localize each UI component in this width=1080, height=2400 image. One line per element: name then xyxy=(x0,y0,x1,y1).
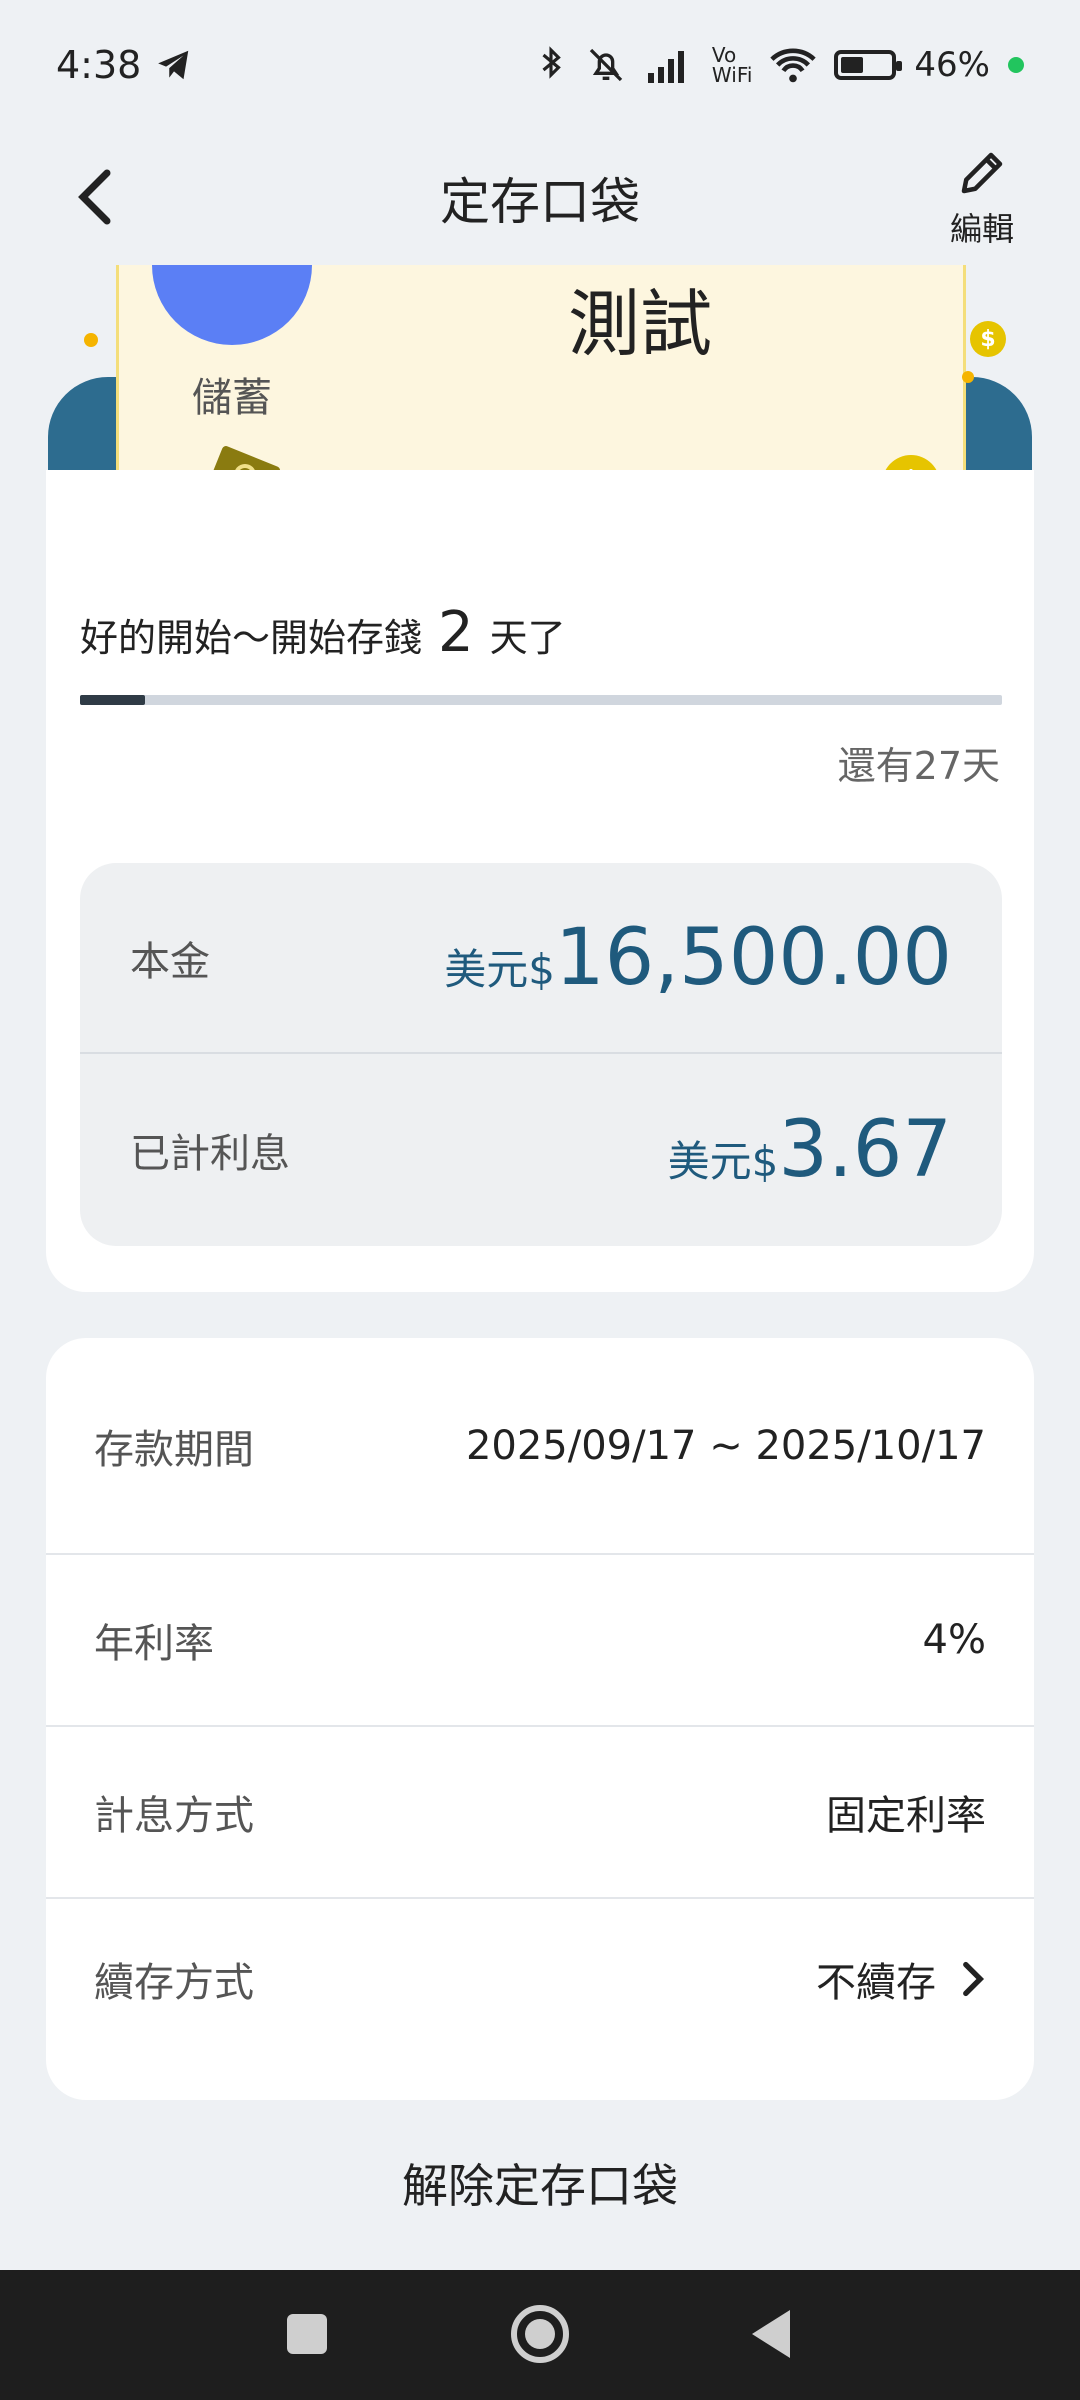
confetti-dot xyxy=(962,371,974,383)
chevron-left-icon xyxy=(78,169,111,225)
renewal-label: 續存方式 xyxy=(94,1960,254,2006)
streak-prefix: 好的開始～開始存錢 xyxy=(80,616,423,660)
savings-streak: 好的開始～開始存錢 2 天了 xyxy=(80,600,566,665)
principal-amount: 美元$ 16,500.00 xyxy=(444,913,952,1003)
app-header: 定存口袋 編輯 xyxy=(0,130,1080,265)
signal-icon xyxy=(647,51,684,83)
pencil-icon xyxy=(961,152,1003,193)
rate-row: 年利率 4% xyxy=(46,1555,1034,1725)
renewal-value-group: 不續存 xyxy=(816,1950,986,2008)
interest-method-label: 計息方式 xyxy=(94,1793,254,1839)
period-label: 存款期間 xyxy=(94,1426,254,1473)
privacy-indicator-dot xyxy=(1008,57,1024,73)
progress-bar-fill xyxy=(80,695,145,705)
principal-row: 本金 美元$ 16,500.00 xyxy=(80,863,1002,1054)
pocket-summary-card: 好的開始～開始存錢 2 天了 還有27天 本金 美元$ 16,500.00 已計… xyxy=(46,470,1034,1292)
interest-value: 3.67 xyxy=(778,1104,952,1195)
progress-bar xyxy=(80,695,1002,705)
period-value: 2025/09/17 ~ 2025/10/17 xyxy=(465,1422,986,1469)
rate-label: 年利率 xyxy=(94,1621,214,1667)
rate-value: 4% xyxy=(922,1617,986,1663)
confetti-dot xyxy=(84,333,98,347)
edit-button[interactable]: 編輯 xyxy=(932,130,1032,265)
page-title: 定存口袋 xyxy=(440,172,640,231)
deposit-details-card: 存款期間 2025/09/17 ~ 2025/10/17 年利率 4% 計息方式… xyxy=(46,1338,1034,2100)
bluetooth-icon xyxy=(542,46,561,79)
unlock-pocket-button[interactable]: 解除定存口袋 xyxy=(0,2150,1080,2216)
pocket-banner: 儲蓄 測試 $ $ xyxy=(0,265,1080,505)
streak-suffix: 天了 xyxy=(489,616,566,660)
renewal-value: 不續存 xyxy=(816,1960,936,2006)
streak-days: 2 xyxy=(438,600,474,665)
vowifi-label: Vo WiFi xyxy=(711,43,753,87)
battery-icon xyxy=(834,50,903,80)
coin-decoration-icon: $ xyxy=(970,321,1006,357)
wifi-icon xyxy=(770,48,817,83)
period-row: 存款期間 2025/09/17 ~ 2025/10/17 xyxy=(46,1338,1034,1553)
interest-method-value: 固定利率 xyxy=(826,1793,986,1839)
telegram-icon xyxy=(158,50,189,80)
renewal-row[interactable]: 續存方式 不續存 xyxy=(46,1899,1034,2059)
chevron-right-icon xyxy=(963,1961,985,1997)
mute-bell-icon xyxy=(589,48,623,82)
interest-label: 已計利息 xyxy=(130,1130,290,1177)
interest-method-row: 計息方式 固定利率 xyxy=(46,1727,1034,1897)
edit-label: 編輯 xyxy=(949,209,1014,248)
battery-percent: 46% xyxy=(914,45,990,85)
principal-label: 本金 xyxy=(130,938,210,985)
principal-value: 16,500.00 xyxy=(555,912,952,1003)
principal-currency: 美元$ xyxy=(444,944,556,994)
pocket-name: 測試 xyxy=(567,282,712,366)
status-bar: 4:38 Vo WiFi 46% xyxy=(0,0,1080,130)
interest-amount: 美元$ 3.67 xyxy=(668,1105,952,1195)
category-label: 儲蓄 xyxy=(192,375,272,421)
back-button[interactable] xyxy=(60,152,130,242)
status-time: 4:38 xyxy=(56,43,142,87)
interest-currency: 美元$ xyxy=(667,1136,779,1186)
amount-panel: 本金 美元$ 16,500.00 已計利息 美元$ 3.67 xyxy=(80,863,1002,1246)
recents-button[interactable] xyxy=(287,2314,327,2354)
days-remaining: 還有27天 xyxy=(837,744,1000,788)
interest-row: 已計利息 美元$ 3.67 xyxy=(80,1054,1002,1245)
system-back-button[interactable] xyxy=(752,2310,790,2358)
system-nav-bar xyxy=(0,2270,1080,2400)
home-button[interactable] xyxy=(511,2305,569,2363)
